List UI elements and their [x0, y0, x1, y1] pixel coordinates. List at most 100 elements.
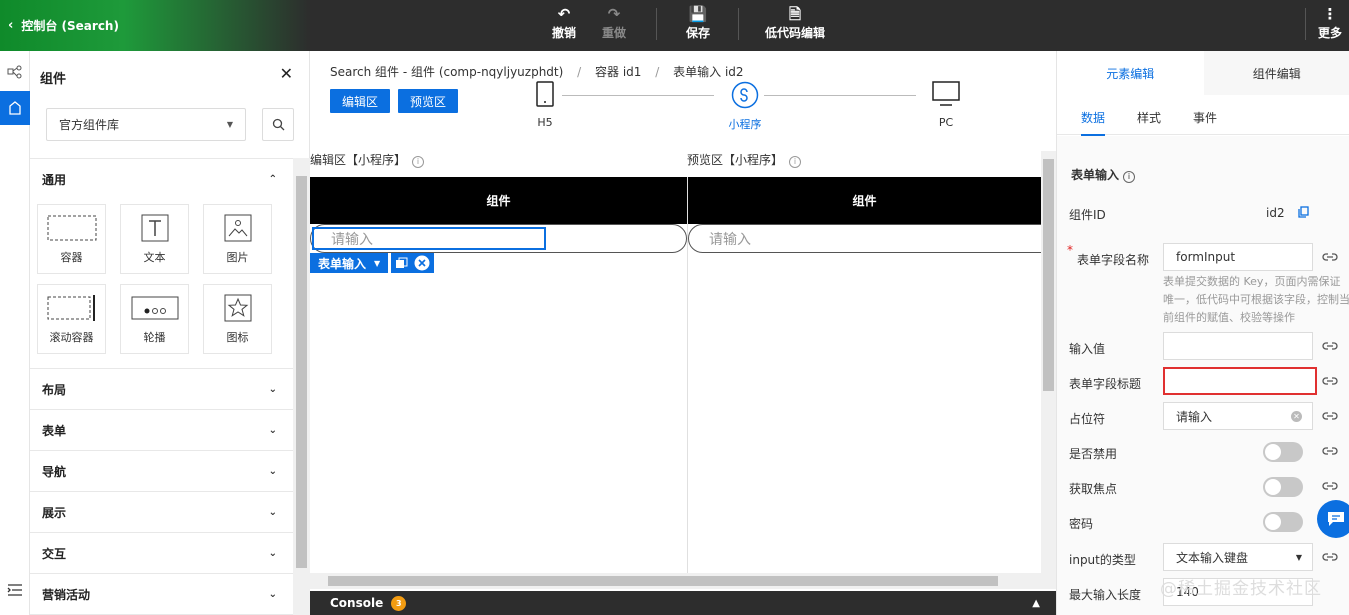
property-form: 表单输入 i 组件ID id2 * 表单字段名称 formInput 表单提交数据…	[1057, 136, 1349, 615]
link-icon[interactable]	[1322, 444, 1338, 458]
password-toggle[interactable]	[1263, 512, 1303, 532]
element-type-dropdown[interactable]: 表单输入 ▼	[310, 253, 389, 273]
breadcrumb-item[interactable]: Search 组件 - 组件 (comp-nqyljyuzphdt)	[330, 65, 563, 79]
group-form[interactable]: 表单 ⌄	[30, 410, 293, 451]
save-icon: 💾	[688, 5, 708, 23]
focus-toggle[interactable]	[1263, 477, 1303, 497]
row-input-value: 输入值	[1069, 332, 1349, 360]
preview-zone: 组件 请输入	[688, 177, 1041, 573]
components-icon[interactable]	[0, 91, 30, 125]
preview-zone-label: 预览区【小程序】 i	[687, 151, 802, 168]
vertical-scrollbar[interactable]	[1041, 151, 1056, 589]
library-select-value: 官方组件库	[59, 118, 120, 132]
redo-button[interactable]: ↷ 重做	[602, 4, 626, 41]
device-miniprogram[interactable]: 小程序	[720, 81, 770, 132]
components-panel: 组件 ✕ 官方组件库 ▼ 通用 ⌃ 容器 文本 图片 滚动容器 轮播 图标 布局…	[30, 51, 310, 615]
clear-icon[interactable]: ✕	[1291, 410, 1302, 422]
component-id-value: id2	[1266, 206, 1285, 220]
chat-fab-button[interactable]	[1317, 500, 1349, 538]
preview-zone-header: 组件	[688, 177, 1041, 224]
chevron-left-icon[interactable]: ‹	[8, 18, 13, 33]
row-disabled: 是否禁用	[1069, 437, 1349, 465]
text-icon	[141, 211, 169, 245]
chevron-up-icon[interactable]: ▲	[1032, 598, 1040, 609]
library-select[interactable]: 官方组件库 ▼	[46, 108, 246, 141]
group-layout[interactable]: 布局 ⌄	[30, 369, 293, 410]
link-icon[interactable]	[1322, 250, 1338, 264]
chevron-down-icon: ⌄	[268, 383, 277, 395]
tree-icon[interactable]	[0, 55, 30, 89]
undo-icon: ↶	[557, 5, 571, 23]
caret-down-icon: ▼	[374, 258, 381, 268]
edit-zone[interactable]: 组件 请输入 表单输入 ▼	[310, 177, 687, 573]
row-input-type: input的类型 文本输入键盘 ▼	[1069, 543, 1349, 571]
close-icon[interactable]: ✕	[280, 64, 293, 83]
search-icon	[272, 118, 284, 131]
more-button[interactable]: ⋮ 更多	[1318, 4, 1342, 41]
console-bar[interactable]: Console 3 ▲	[310, 591, 1056, 615]
tab-element-edit[interactable]: 元素编辑	[1057, 51, 1204, 95]
group-navigation[interactable]: 导航 ⌄	[30, 451, 293, 492]
copy-icon[interactable]	[1298, 206, 1309, 218]
group-display[interactable]: 展示 ⌄	[30, 492, 293, 533]
menu-list-icon[interactable]	[0, 573, 30, 607]
info-icon[interactable]: i	[412, 156, 425, 168]
mobile-icon	[536, 81, 554, 107]
tile-scroll-container[interactable]: 滚动容器	[37, 284, 106, 354]
horizontal-scrollbar[interactable]	[310, 573, 1041, 589]
lowcode-edit-button[interactable]: 🗎 低代码编辑	[765, 4, 825, 41]
caret-down-icon: ▼	[1295, 552, 1302, 562]
input-type-select[interactable]: 文本输入键盘 ▼	[1163, 543, 1313, 571]
component-groups: 通用 ⌃ 容器 文本 图片 滚动容器 轮播 图标 布局 ⌄ 表单 ⌄ 导航 ⌄ …	[30, 158, 293, 615]
device-pc[interactable]: PC	[930, 81, 962, 129]
link-icon[interactable]	[1322, 550, 1338, 564]
tile-container[interactable]: 容器	[37, 204, 106, 274]
tile-image[interactable]: 图片	[203, 204, 272, 274]
scrollbar-thumb[interactable]	[328, 576, 998, 586]
preview-zone-button[interactable]: 预览区	[398, 89, 458, 113]
field-name-input[interactable]: formInput	[1163, 243, 1313, 271]
undo-button[interactable]: ↶ 撤销	[552, 4, 576, 41]
top-bar: ‹ 控制台 (Search) ↶ 撤销 ↷ 重做 💾 保存 🗎 低代码编辑 ⋮ …	[0, 0, 1349, 51]
scrollbar-thumb[interactable]	[296, 176, 307, 568]
caret-down-icon: ▼	[226, 120, 233, 129]
group-marketing[interactable]: 营销活动 ⌄	[30, 574, 293, 615]
edit-zone-label: 编辑区【小程序】 i	[310, 151, 425, 168]
subtab-style[interactable]: 样式	[1137, 109, 1161, 126]
link-icon[interactable]	[1322, 339, 1338, 353]
disabled-toggle[interactable]	[1263, 442, 1303, 462]
tile-text[interactable]: 文本	[120, 204, 189, 274]
field-title-input[interactable]	[1163, 367, 1317, 395]
group-interaction[interactable]: 交互 ⌄	[30, 533, 293, 574]
search-button[interactable]	[262, 108, 294, 141]
panel-scrollbar[interactable]	[293, 158, 310, 615]
group-general[interactable]: 通用 ⌃	[30, 159, 293, 200]
breadcrumb: Search 组件 - 组件 (comp-nqyljyuzphdt) / 容器 …	[330, 65, 744, 79]
link-icon[interactable]	[1322, 479, 1338, 493]
link-icon[interactable]	[1322, 409, 1338, 423]
breadcrumb-item[interactable]: 表单输入 id2	[673, 65, 743, 79]
monitor-icon	[932, 81, 960, 106]
tab-component-edit[interactable]: 组件编辑	[1203, 51, 1349, 95]
input-value-field[interactable]	[1163, 332, 1313, 360]
app-title[interactable]: ‹ 控制台 (Search)	[0, 0, 310, 51]
row-field-title: 表单字段标题	[1069, 367, 1349, 395]
delete-icon[interactable]	[414, 255, 430, 271]
chevron-down-icon: ⌄	[268, 506, 277, 518]
link-icon[interactable]	[1322, 374, 1338, 388]
subtab-events[interactable]: 事件	[1193, 109, 1217, 126]
info-icon[interactable]: i	[1123, 171, 1136, 183]
tile-carousel[interactable]: 轮播	[120, 284, 189, 354]
info-icon[interactable]: i	[789, 156, 802, 168]
placeholder-input[interactable]: 请输入 ✕	[1163, 402, 1313, 430]
edit-zone-button[interactable]: 编辑区	[330, 89, 390, 113]
breadcrumb-item[interactable]: 容器 id1	[595, 65, 641, 79]
subtab-data[interactable]: 数据	[1081, 109, 1106, 136]
tile-icon[interactable]: 图标	[203, 284, 272, 354]
device-h5[interactable]: H5	[530, 81, 560, 129]
preview-form-input[interactable]: 请输入	[688, 224, 1041, 253]
edit-zone-header: 组件	[310, 177, 687, 224]
save-button[interactable]: 💾 保存	[686, 4, 710, 41]
scrollbar-thumb[interactable]	[1043, 159, 1054, 391]
copy-icon[interactable]	[395, 257, 408, 270]
